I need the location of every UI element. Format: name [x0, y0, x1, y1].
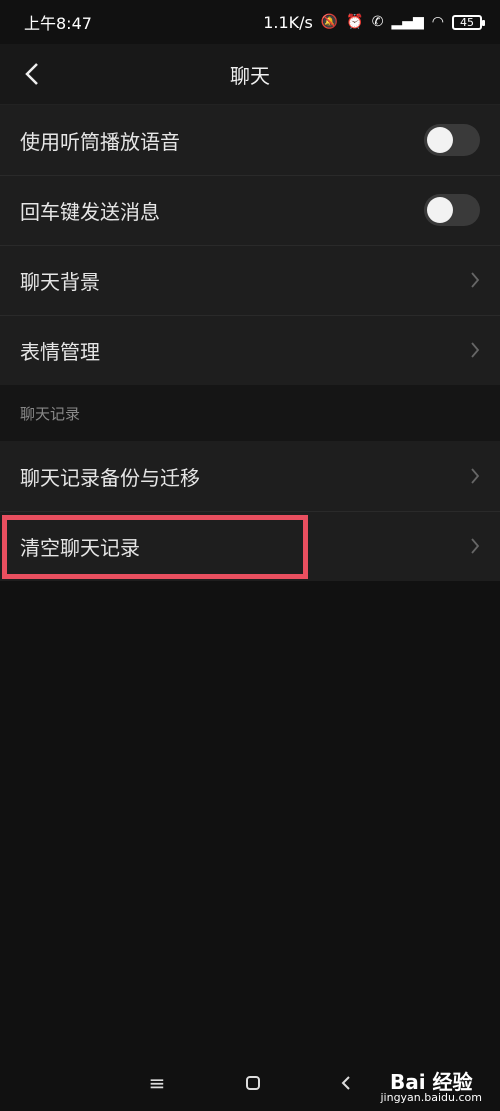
status-time: 上午8:47 [24, 14, 92, 33]
setting-label: 回车键发送消息 [20, 199, 160, 224]
chevron-right-icon [470, 467, 480, 485]
chevron-right-icon [470, 271, 480, 289]
status-icons: 1.1K/s 🔕 ⏰ ✆ ▂▄▆ ◠ 45 [263, 12, 485, 32]
chevron-left-icon [25, 63, 38, 85]
menu-icon[interactable]: ≡ [149, 1071, 166, 1095]
battery-icon: 45 [452, 14, 485, 30]
setting-row-earpiece[interactable]: 使用听筒播放语音 [0, 105, 500, 175]
signal-icon: ▂▄▆ [391, 14, 424, 30]
baidu-watermark: Bai 经验 jingyan.baidu.com [380, 1072, 482, 1103]
setting-row-sticker-management[interactable]: 表情管理 [0, 315, 500, 385]
alarm-icon: ⏰ [346, 14, 364, 30]
enter-send-toggle[interactable] [424, 194, 480, 226]
setting-label: 使用听筒播放语音 [20, 129, 180, 154]
toggle-knob [427, 127, 453, 153]
chevron-right-icon [470, 341, 480, 359]
settings-group: 使用听筒播放语音 回车键发送消息 聊天背景 表情管理 [0, 105, 500, 385]
wifi-icon: ◠ [431, 14, 444, 30]
net-speed: 1.1K/s [263, 12, 313, 32]
home-icon[interactable] [245, 1075, 261, 1091]
call-icon: ✆ [371, 14, 384, 30]
watermark-logo: Bai 经验 [389, 1070, 473, 1094]
setting-row-chat-background[interactable]: 聊天背景 [0, 245, 500, 315]
highlight-box [2, 515, 308, 579]
back-nav-icon[interactable] [341, 1075, 351, 1091]
chevron-right-icon [470, 537, 480, 555]
earpiece-toggle[interactable] [424, 124, 480, 156]
section-header-chat-records: 聊天记录 [0, 385, 500, 441]
page-title: 聊天 [230, 63, 270, 88]
setting-label: 聊天背景 [20, 269, 100, 294]
setting-label: 聊天记录备份与迁移 [20, 465, 200, 490]
status-bar: 上午8:47 1.1K/s 🔕 ⏰ ✆ ▂▄▆ ◠ 45 [0, 0, 500, 44]
setting-label: 表情管理 [20, 339, 100, 364]
watermark-url: jingyan.baidu.com [380, 1091, 482, 1104]
title-bar: 聊天 [0, 44, 500, 105]
back-button[interactable] [12, 44, 52, 104]
setting-row-enter-send[interactable]: 回车键发送消息 [0, 175, 500, 245]
toggle-knob [427, 197, 453, 223]
setting-row-backup-migrate[interactable]: 聊天记录备份与迁移 [0, 441, 500, 511]
mute-bell-icon: 🔕 [320, 14, 339, 30]
